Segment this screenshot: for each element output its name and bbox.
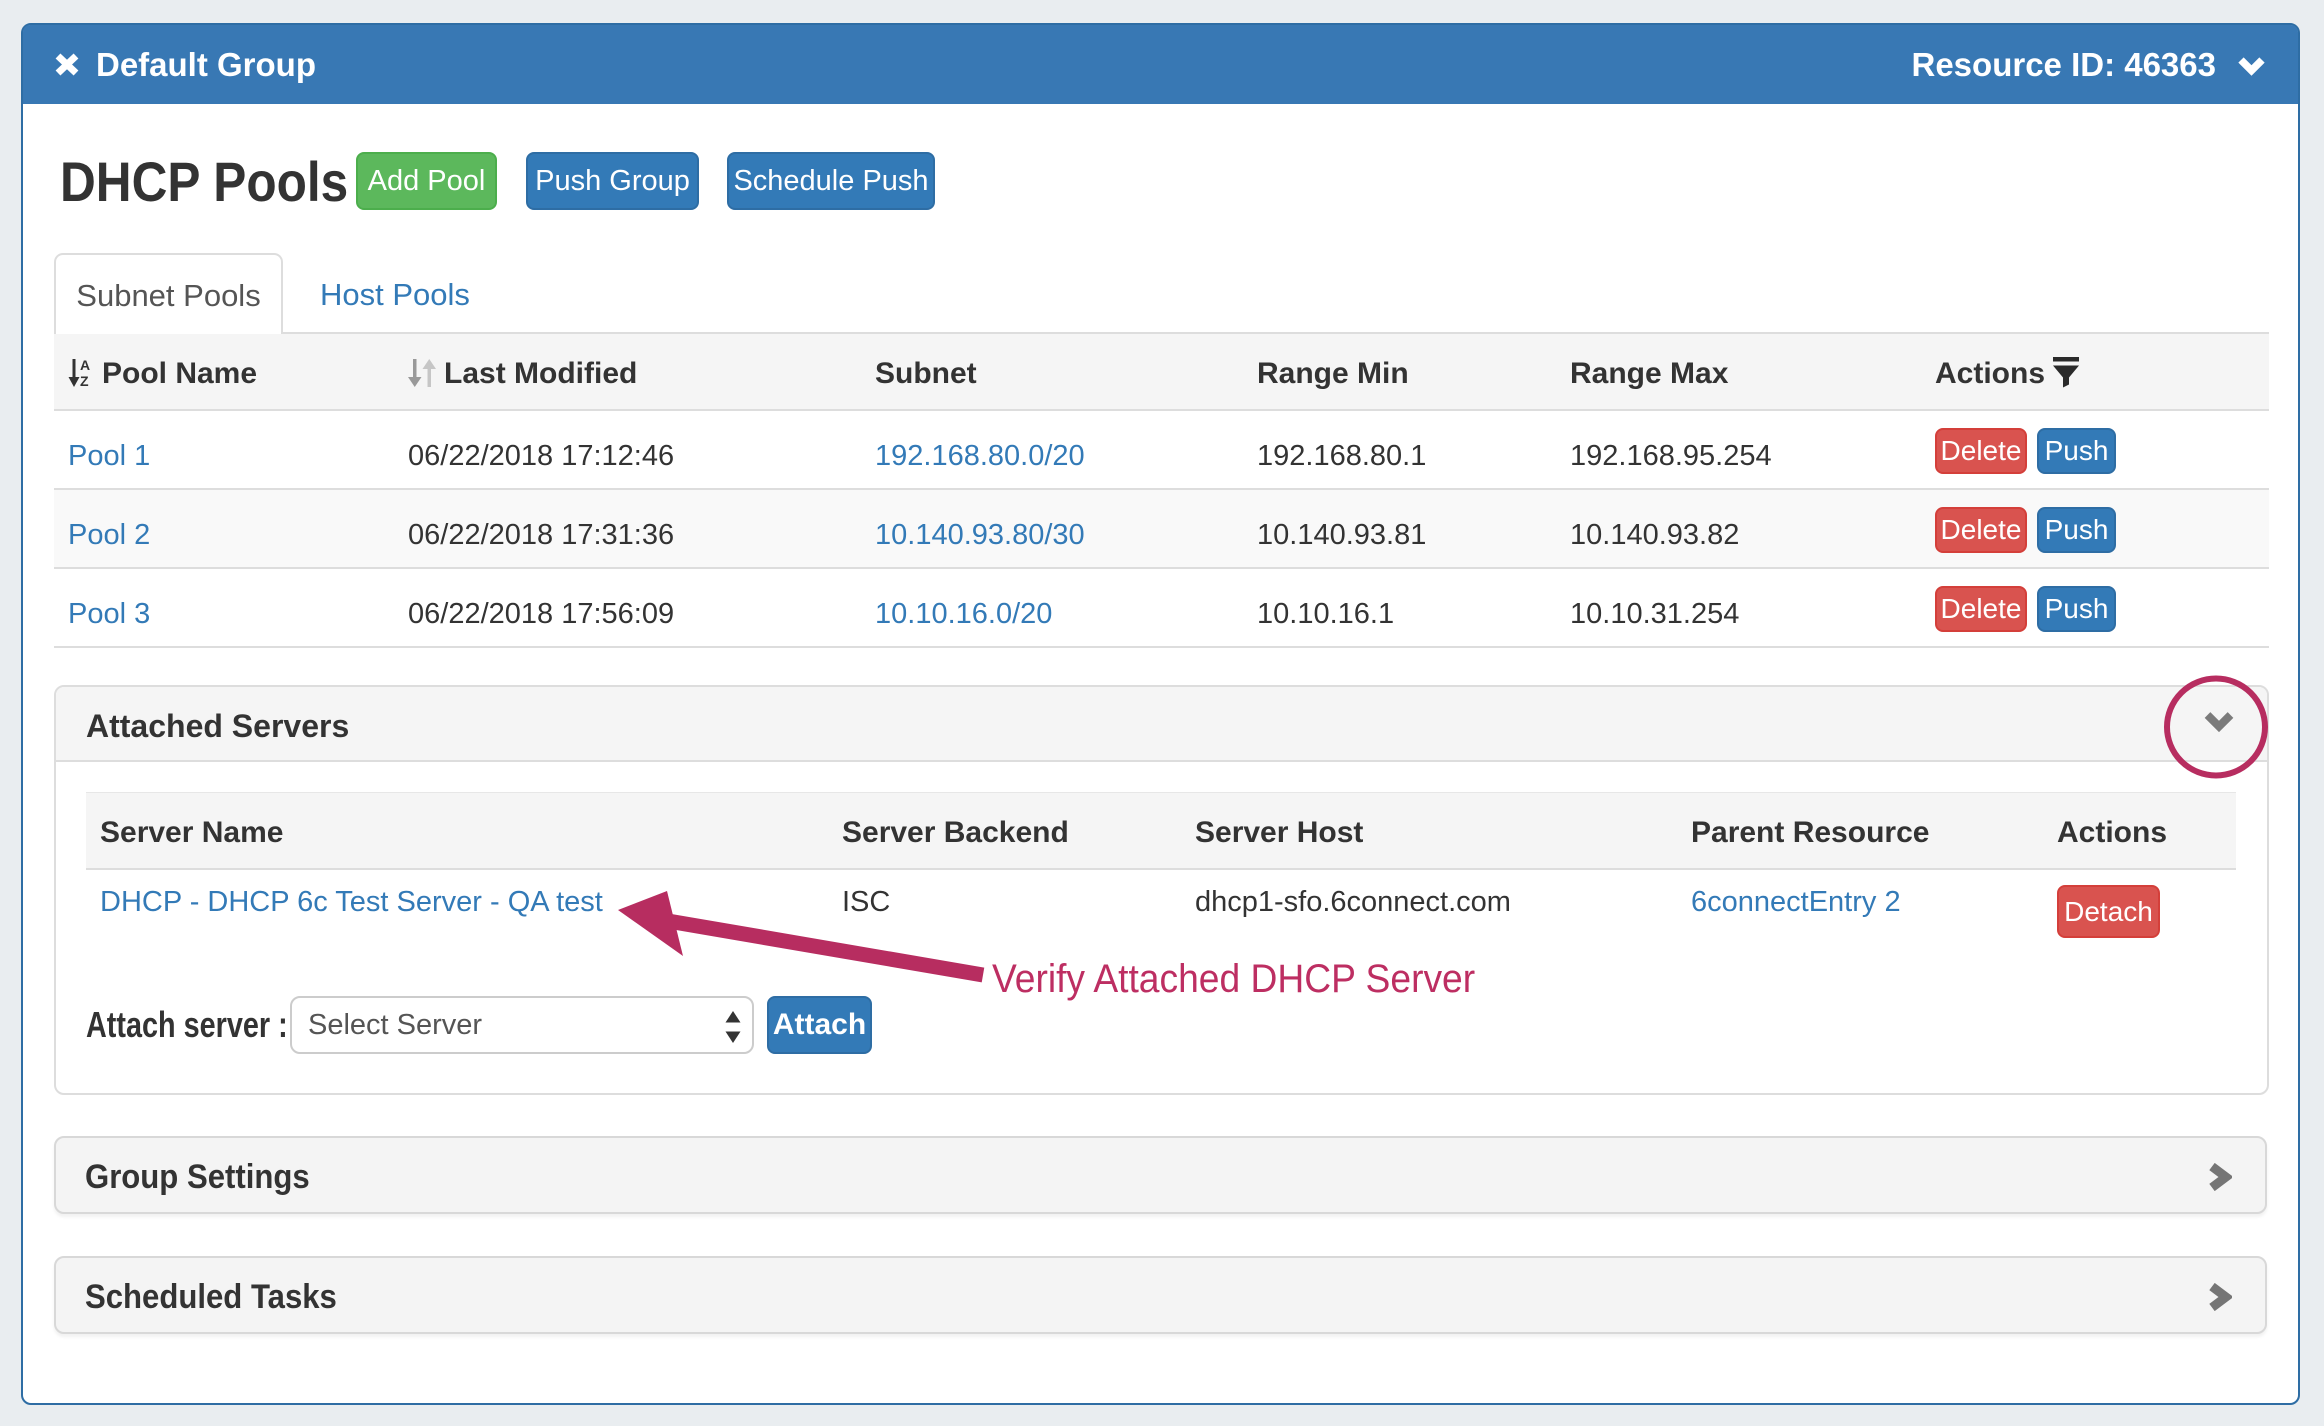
svg-text:A: A bbox=[80, 358, 90, 373]
svg-text:Z: Z bbox=[80, 373, 89, 388]
